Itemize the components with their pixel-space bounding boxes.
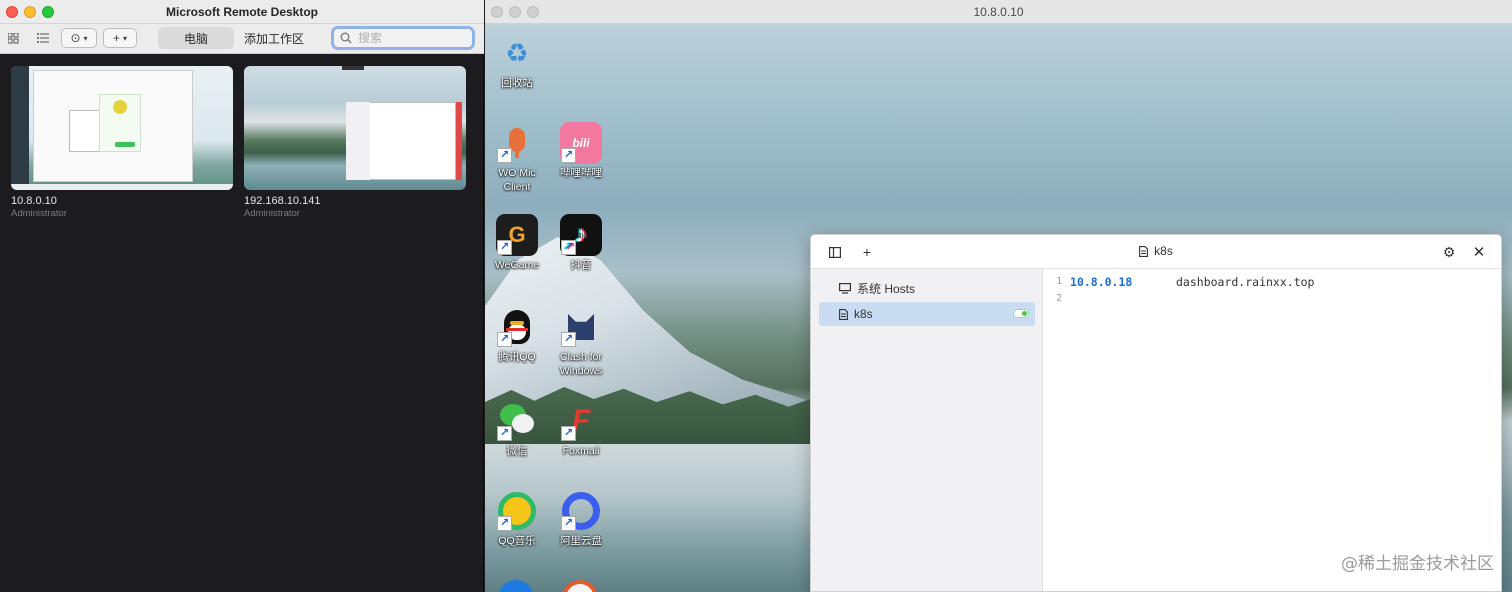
more-options-button[interactable]: ⊙ ▾ [61, 28, 97, 48]
pc-card[interactable]: 192.168.10.141 Administrator [244, 66, 466, 219]
wegame-icon: G ↗ [496, 214, 538, 256]
desktop-icon-recycle-bin[interactable]: ♻ 回收站 [485, 32, 549, 90]
microphone-icon: ↗ [496, 122, 538, 164]
desktop-icon-aliyun-drive[interactable]: ↗ 阿里云盘 [549, 490, 613, 548]
pc-name: 192.168.10.141 [244, 195, 321, 207]
line-number: 2 [1056, 293, 1062, 304]
shortcut-arrow-icon: ↗ [561, 240, 576, 255]
douyin-icon: ♪ ↗ [560, 214, 602, 256]
chevron-down-icon: ▾ [83, 33, 88, 43]
desktop-icon-foxmail[interactable]: F ↗ Foxmail [549, 400, 613, 458]
remote-desktop-window: Microsoft Remote Desktop ⊙ ▾ + ▾ 电脑 添加工作区 [0, 0, 484, 592]
window-title: 10.8.0.10 [973, 5, 1024, 19]
sidebar-item-k8s[interactable]: k8s [819, 302, 1035, 326]
enable-toggle[interactable] [1013, 309, 1029, 318]
close-icon[interactable]: ✕ [1471, 244, 1487, 261]
pc-name: 10.8.0.10 [11, 195, 57, 207]
aliyun-drive-icon: ↗ [560, 490, 602, 532]
sidebar-item-label: 系统 Hosts [857, 281, 916, 296]
hosts-toolbar: + k8s ⚙ ✕ [811, 235, 1501, 269]
desktop-icon-douyin[interactable]: ♪ ↗ 抖音 [549, 214, 613, 272]
hostname: dashboard.rainxx.top [1176, 274, 1315, 289]
shortcut-arrow-icon: ↗ [497, 516, 512, 531]
desktop-icon-bilibili[interactable]: bili ↗ 哔哩哔哩 [549, 122, 613, 180]
line-number: 1 [1056, 276, 1062, 287]
tab-pcs[interactable]: 电脑 [158, 27, 234, 49]
chevron-down-icon: ▾ [123, 33, 128, 43]
remote-session-window: 10.8.0.10 ♻ 回收站 ↗ WO Mic Client bili ↗ 哔… [485, 0, 1512, 592]
search-icon [340, 32, 352, 44]
recycle-bin-icon: ♻ [505, 37, 529, 68]
desktop-icon-qq[interactable]: ↗ 腾讯QQ [485, 306, 549, 364]
monitor-icon [839, 282, 851, 294]
foxmail-icon: F ↗ [560, 400, 602, 442]
editor-line: 2 [1044, 290, 1176, 307]
pc-card[interactable]: 10.8.0.10 Administrator [11, 66, 233, 219]
grid-view-icon[interactable] [6, 28, 20, 48]
gear-icon[interactable]: ⚙ [1441, 244, 1457, 260]
shortcut-arrow-icon: ↗ [561, 332, 576, 347]
shortcut-arrow-icon: ↗ [561, 148, 576, 163]
qq-music-icon: ↗ [496, 490, 538, 532]
pc-user: Administrator [11, 208, 67, 219]
hosts-app-window: + k8s ⚙ ✕ 系统 Hosts k8s 1 10.8.0.18 dashb… [810, 234, 1502, 592]
ellipsis-circle-icon: ⊙ [70, 31, 81, 45]
shortcut-arrow-icon: ↗ [497, 426, 512, 441]
toolbar: ⊙ ▾ + ▾ 电脑 添加工作区 [0, 24, 484, 54]
desktop-icon-clash[interactable]: ↗ Clash for Windows [549, 306, 613, 378]
hosts-sidebar: 系统 Hosts k8s [811, 269, 1043, 591]
desktop-icon-wo-mic[interactable]: ↗ WO Mic Client [485, 122, 549, 194]
hosts-title: k8s [1154, 244, 1173, 258]
sidebar-item-label: k8s [854, 307, 873, 321]
list-view-icon[interactable] [36, 28, 50, 48]
qq-penguin-icon: ↗ [496, 306, 538, 348]
title-bar: Microsoft Remote Desktop [0, 0, 484, 24]
plus-icon: + [112, 31, 120, 45]
editor-line: 1 10.8.0.18 dashboard.rainxx.top [1044, 273, 1314, 290]
bilibili-icon: bili ↗ [560, 122, 602, 164]
sidebar-item-system-hosts[interactable]: 系统 Hosts [819, 276, 1035, 300]
ip-address: 10.8.0.18 [1070, 274, 1133, 289]
desktop-icon-wegame[interactable]: G ↗ WeGame [485, 214, 549, 272]
title-bar: 10.8.0.10 [485, 0, 1512, 24]
shortcut-arrow-icon: ↗ [561, 516, 576, 531]
pc-thumbnail[interactable] [244, 66, 466, 190]
document-icon [1139, 245, 1149, 257]
add-button[interactable]: + ▾ [103, 28, 137, 48]
shortcut-arrow-icon: ↗ [497, 240, 512, 255]
clash-cat-icon: ↗ [560, 306, 602, 348]
shortcut-arrow-icon: ↗ [561, 426, 576, 441]
watermark: @稀土掘金技术社区 [1341, 554, 1494, 574]
window-title: Microsoft Remote Desktop [165, 5, 319, 19]
search-input[interactable] [358, 31, 458, 45]
desktop-icon-wechat[interactable]: ↗ 微信 [485, 400, 549, 458]
desktop-icon-qq-music[interactable]: ↗ QQ音乐 [485, 490, 549, 548]
pc-user: Administrator [244, 208, 300, 219]
pc-thumbnail[interactable] [11, 66, 233, 190]
document-icon [839, 308, 848, 320]
hosts-editor[interactable]: 1 10.8.0.18 dashboard.rainxx.top 2 [1044, 269, 1501, 591]
wechat-icon: ↗ [496, 400, 538, 442]
shortcut-arrow-icon: ↗ [497, 332, 512, 347]
shortcut-arrow-icon: ↗ [497, 148, 512, 163]
tab-add-workspace[interactable]: 添加工作区 [236, 27, 312, 49]
search-box[interactable] [331, 26, 475, 50]
